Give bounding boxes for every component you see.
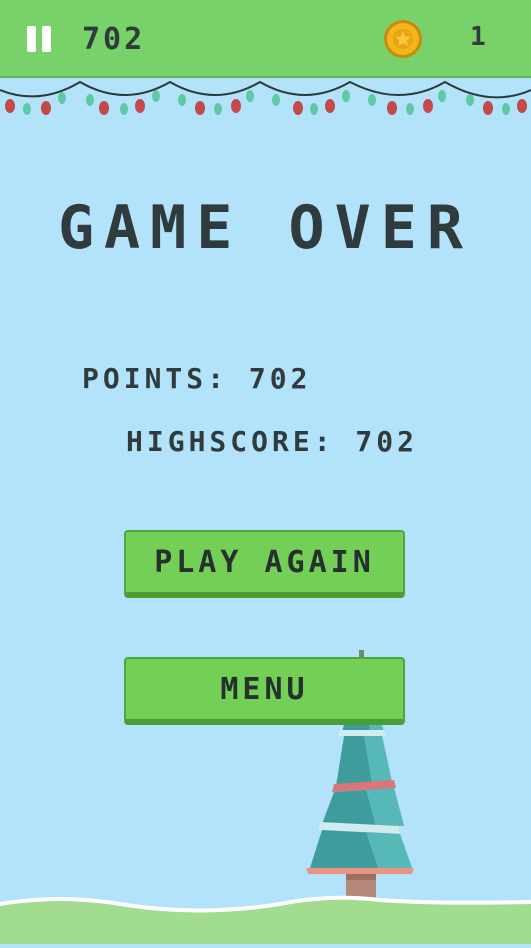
highscore-label: HIGHSCORE: 702 xyxy=(126,425,419,458)
score-counter: 702 xyxy=(82,22,146,57)
pause-icon[interactable] xyxy=(27,26,53,52)
top-bar: 702 1 xyxy=(0,0,531,78)
play-again-button[interactable]: PLAY AGAIN xyxy=(124,530,405,598)
menu-button[interactable]: MENU xyxy=(124,657,405,725)
game-over-title: GAME OVER xyxy=(57,193,474,263)
coin-icon xyxy=(383,19,423,59)
christmas-lights xyxy=(0,78,531,128)
points-label: POINTS: 702 xyxy=(82,362,312,395)
coin-counter: 1 xyxy=(470,22,486,52)
